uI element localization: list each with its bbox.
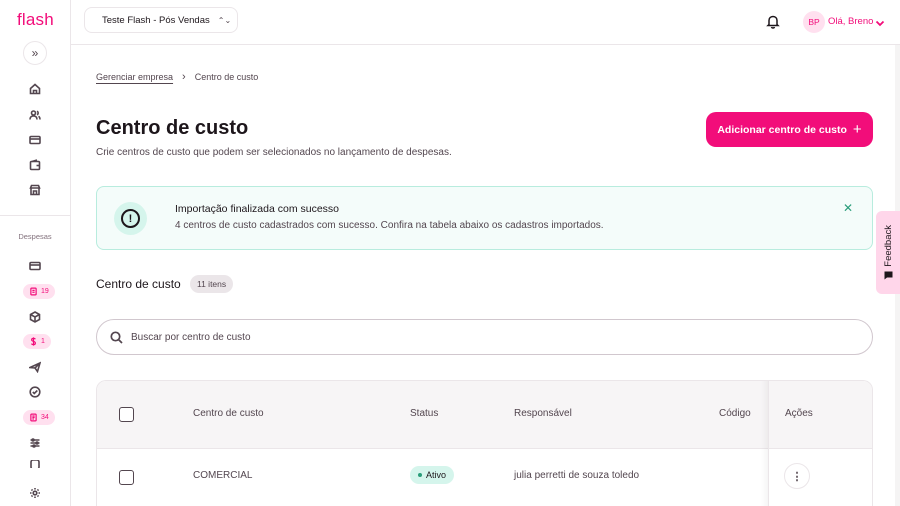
report-icon [30, 413, 37, 422]
users-icon[interactable] [28, 108, 42, 122]
settings-gear-icon[interactable] [28, 486, 42, 500]
home-icon[interactable] [28, 82, 42, 96]
chevron-down-icon[interactable] [875, 15, 885, 27]
plus-icon: + [852, 121, 862, 138]
column-header-code[interactable]: Código [719, 408, 751, 419]
sliders-icon[interactable] [28, 436, 42, 450]
page-title: Centro de custo [96, 117, 249, 139]
row-checkbox[interactable] [119, 470, 134, 485]
actions-column-shadow [761, 381, 768, 506]
cell-owner: julia perretti de souza toledo [514, 470, 640, 481]
reports-count-badge: 34 [41, 414, 49, 421]
column-header-owner[interactable]: Responsável [514, 408, 572, 419]
company-select[interactable]: Teste Flash - Pós Vendas ⌃⌄ [84, 7, 238, 33]
company-name: Teste Flash - Pós Vendas [102, 14, 210, 26]
alert-title: Importação finalizada com sucesso [175, 203, 339, 215]
success-alert: ! Importação finalizada com sucesso 4 ce… [96, 186, 873, 250]
breadcrumb-link-company[interactable]: Gerenciar empresa [96, 72, 173, 82]
sidebar: flash » Despesas 19 1 34 [0, 0, 71, 506]
advances-count-badge: 1 [41, 338, 45, 345]
notification-bell-icon[interactable] [766, 14, 780, 30]
sidebar-item-advances[interactable]: 1 [23, 334, 51, 349]
breadcrumb-current: Centro de custo [194, 72, 259, 82]
section-title: Centro de custo [96, 277, 181, 291]
status-label: Ativo [426, 470, 447, 480]
card-icon[interactable] [28, 133, 42, 147]
table-row[interactable]: COMERCIAL Ativo julia perretti de souza … [97, 448, 872, 506]
breadcrumb: Gerenciar empresa › Centro de custo [96, 71, 258, 83]
alert-icon: ! [114, 202, 147, 235]
add-button-label: Adicionar centro de custo [717, 123, 847, 136]
app-root: flash » Despesas 19 1 34 Teste Flash - P… [0, 0, 900, 506]
cost-center-table: Centro de custo Status Responsável Códig… [96, 380, 873, 506]
close-icon[interactable]: ✕ [843, 201, 853, 215]
actions-column: Ações ⋮ [768, 381, 872, 506]
expense-card-icon[interactable] [28, 259, 42, 273]
sidebar-item-expenses[interactable]: 19 [23, 284, 55, 299]
alert-message: 4 centros de custo cadastrados com suces… [175, 220, 604, 231]
user-greeting[interactable]: Olá, Breno [828, 16, 873, 27]
feedback-label: Feedback [882, 224, 894, 267]
flash-logo[interactable]: flash [17, 10, 54, 30]
updown-chevron-icon: ⌃⌄ [217, 15, 232, 25]
box-icon[interactable] [28, 310, 42, 324]
sidebar-section-label: Despesas [18, 232, 52, 241]
expand-sidebar-button[interactable]: » [23, 41, 47, 65]
actions-cell: ⋮ [769, 448, 872, 506]
search-input[interactable] [131, 331, 731, 343]
plane-icon[interactable] [28, 360, 42, 374]
status-dot-icon [418, 473, 422, 477]
store-icon[interactable] [28, 183, 42, 197]
chevron-right-icon: › [182, 71, 186, 83]
items-count-badge: 11 itens [190, 275, 234, 293]
topbar: Teste Flash - Pós Vendas ⌃⌄ BP Olá, Bren… [71, 0, 900, 45]
table-header: Centro de custo Status Responsável Códig… [97, 381, 872, 448]
receipt-icon [30, 287, 37, 296]
column-header-actions: Ações [785, 408, 813, 419]
check-circle-icon[interactable] [28, 385, 42, 399]
row-actions-menu-icon[interactable]: ⋮ [784, 463, 810, 489]
status-badge: Ativo [410, 466, 455, 484]
partial-icon[interactable] [28, 460, 42, 468]
user-avatar[interactable]: BP [803, 11, 825, 33]
feedback-tab[interactable]: Feedback [876, 211, 900, 294]
column-header-name[interactable]: Centro de custo [193, 408, 264, 419]
search-bar [96, 319, 873, 355]
add-cost-center-button[interactable]: Adicionar centro de custo + [706, 112, 873, 147]
page-subtitle: Crie centros de custo que podem ser sele… [96, 147, 452, 158]
cell-name: COMERCIAL [193, 470, 253, 481]
search-icon [110, 330, 123, 344]
sidebar-divider [0, 215, 70, 216]
dollar-icon [30, 337, 36, 346]
sidebar-item-reports[interactable]: 34 [23, 410, 55, 425]
wallet-icon[interactable] [28, 158, 42, 172]
column-header-status[interactable]: Status [410, 408, 438, 419]
chat-icon [884, 271, 892, 280]
select-all-checkbox[interactable] [119, 407, 134, 422]
expenses-count-badge: 19 [41, 288, 49, 295]
